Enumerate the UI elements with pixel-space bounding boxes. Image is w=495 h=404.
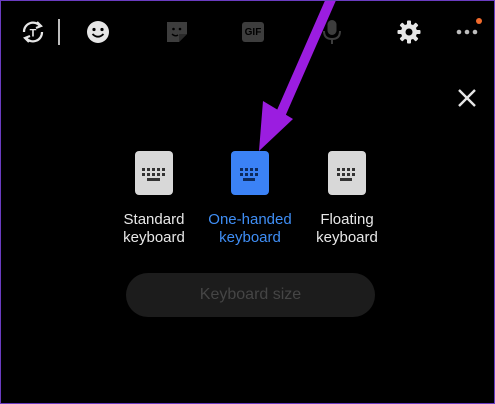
translate-icon[interactable]: T — [16, 15, 50, 49]
floating-keyboard-option[interactable]: Floating keyboard — [292, 151, 402, 247]
more-icon[interactable] — [450, 15, 484, 49]
close-icon[interactable] — [452, 83, 482, 113]
one-handed-label-line2: keyboard — [219, 229, 281, 246]
standard-label-line2: keyboard — [123, 229, 185, 246]
standard-keyboard-icon — [135, 151, 173, 195]
gif-icon[interactable]: GIF — [236, 15, 270, 49]
floating-label-line2: keyboard — [316, 229, 378, 246]
standard-keyboard-label: Standard keyboard — [99, 211, 209, 247]
settings-icon[interactable] — [392, 15, 426, 49]
microphone-icon[interactable] — [315, 15, 349, 49]
keyboard-toolbar: T GIF — [1, 1, 494, 63]
svg-text:T: T — [30, 28, 37, 40]
emoji-icon[interactable] — [81, 15, 115, 49]
standard-keyboard-option[interactable]: Standard keyboard — [99, 151, 209, 247]
one-handed-keyboard-option[interactable]: One-handed keyboard — [195, 151, 305, 247]
toolbar-divider — [58, 19, 60, 45]
floating-keyboard-icon — [328, 151, 366, 195]
floating-keyboard-label: Floating keyboard — [292, 211, 402, 247]
notification-dot — [476, 18, 482, 24]
keyboard-mode-panel: T GIF Standard keyboard One-handed keybo… — [0, 0, 495, 404]
standard-label-line1: Standard — [123, 211, 185, 228]
sticker-icon[interactable] — [160, 15, 194, 49]
one-handed-label-line1: One-handed — [208, 211, 292, 228]
floating-label-line1: Floating — [320, 211, 374, 228]
one-handed-keyboard-label: One-handed keyboard — [195, 211, 305, 247]
one-handed-keyboard-icon — [231, 151, 269, 195]
keyboard-size-button[interactable]: Keyboard size — [126, 273, 375, 317]
